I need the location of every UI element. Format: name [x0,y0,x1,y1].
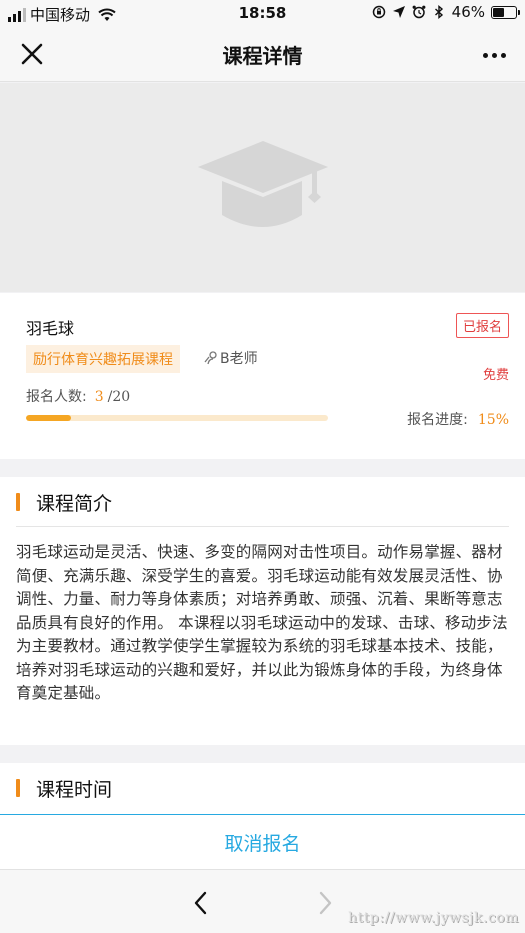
status-bar: 中国移动 18:58 46% [0,0,525,28]
progress-percent: 15% [477,412,509,428]
browser-toolbar: http://www.jywsjk.com [0,870,525,933]
enroll-current: 3 [94,389,104,405]
teacher-icon [204,351,217,365]
teacher-name: B老师 [220,351,258,367]
graduation-cap-icon [198,141,328,227]
action-bar: 取消报名 [0,814,525,870]
course-schedule-section: 课程时间 [0,763,525,815]
price-label: 免费 [482,368,509,383]
chevron-right-icon[interactable] [314,890,336,916]
page-title: 课程详情 [222,44,303,68]
battery-percent: 46% [451,3,485,21]
intro-text: 羽毛球运动是灵活、快速、多变的隔网对击性项目。动作易掌握、器材简便、充满乐趣、深… [16,543,508,702]
intro-title: 课程简介 [36,493,113,515]
watermark: http://www.jywsjk.com [348,910,519,926]
battery-icon [491,5,520,19]
enrollment-count: 报名人数: 3/20 [26,386,130,406]
course-info-card: 羽毛球 已报名 励行体育兴趣拓展课程 B老师 免费 报名人数: 3/20 报名进度… [0,293,525,459]
enrollment-progress: 报名进度: 15% [407,409,509,429]
nav-bar: 课程详情 [0,28,525,82]
enroll-label: 报名人数: [26,389,87,405]
teacher: B老师 [204,348,258,368]
progress-label: 报名进度: [407,412,468,428]
course-intro-section: 课程简介 羽毛球运动是灵活、快速、多变的隔网对击性项目。动作易掌握、器材简便、充… [0,477,525,745]
location-icon [392,6,405,18]
chevron-left-icon[interactable] [190,890,212,916]
screen-lock-icon [372,5,385,19]
category-tag: 励行体育兴趣拓展课程 [26,345,180,373]
section-accent-bar [16,779,20,797]
cancel-enrollment-button[interactable]: 取消报名 [0,829,525,856]
status-right: 46% [372,3,520,21]
section-accent-bar [16,493,20,511]
section-header: 课程简介 [16,477,509,527]
schedule-title: 课程时间 [36,779,113,801]
course-name: 羽毛球 [26,319,75,338]
enroll-total: /20 [107,389,131,405]
status-badge: 已报名 [455,313,509,338]
alarm-icon [412,5,426,19]
enrollment-progress-bar [26,415,328,421]
battery-level [493,7,505,17]
section-header: 课程时间 [16,763,509,813]
bluetooth-icon [434,5,443,19]
more-icon[interactable] [479,42,509,68]
course-cover [0,83,525,292]
enrollment-progress-fill [26,415,72,421]
